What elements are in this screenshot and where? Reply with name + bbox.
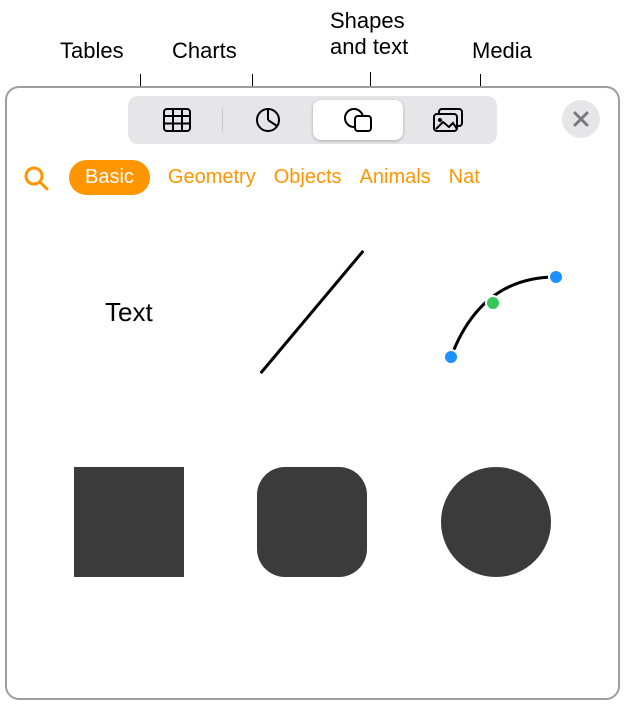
- close-icon: [573, 111, 589, 127]
- close-button[interactable]: [562, 100, 600, 138]
- media-icon: [432, 107, 464, 133]
- shapes-grid: Text: [7, 211, 618, 587]
- callout-media: Media: [472, 38, 532, 64]
- shape-curve[interactable]: [421, 247, 571, 377]
- charts-tab[interactable]: [223, 100, 313, 140]
- insert-segmented-control: [128, 96, 497, 144]
- search-button[interactable]: [21, 163, 51, 193]
- media-tab[interactable]: [403, 100, 493, 140]
- shapes-popover: Basic Geometry Objects Animals Nat Text: [5, 86, 620, 700]
- callout-labels: Tables Charts Shapes and text Media: [0, 0, 625, 80]
- shape-category-tabs: Basic Geometry Objects Animals Nat: [7, 144, 618, 211]
- square-icon: [74, 467, 184, 577]
- shape-square[interactable]: [54, 457, 204, 587]
- curve-icon: [421, 247, 571, 377]
- shape-line[interactable]: [237, 247, 387, 377]
- shape-rounded-square[interactable]: [237, 457, 387, 587]
- category-objects[interactable]: Objects: [274, 166, 342, 189]
- callout-shapes: Shapes and text: [330, 8, 408, 61]
- circle-icon: [441, 467, 551, 577]
- callout-tables: Tables: [60, 38, 124, 64]
- callout-charts: Charts: [172, 38, 237, 64]
- category-nature-truncated[interactable]: Nat: [449, 166, 480, 189]
- tables-icon: [163, 108, 191, 132]
- category-geometry[interactable]: Geometry: [168, 166, 256, 189]
- shapes-tab[interactable]: [313, 100, 403, 140]
- charts-icon: [255, 107, 281, 133]
- shape-text[interactable]: Text: [54, 247, 204, 377]
- category-animals[interactable]: Animals: [360, 166, 431, 189]
- category-basic[interactable]: Basic: [69, 160, 150, 195]
- shapes-icon: [343, 107, 373, 133]
- line-icon: [252, 252, 372, 372]
- rounded-square-icon: [257, 467, 367, 577]
- tables-tab[interactable]: [132, 100, 222, 140]
- text-shape-label: Text: [105, 297, 153, 328]
- shape-circle[interactable]: [421, 457, 571, 587]
- search-icon: [23, 165, 49, 191]
